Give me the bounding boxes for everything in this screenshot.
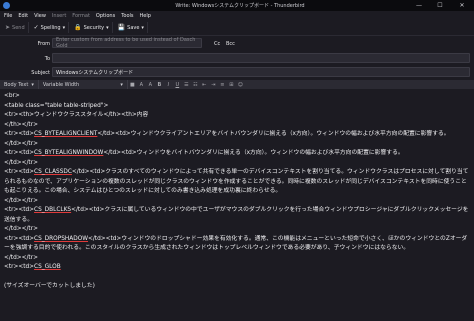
body-text: <tr><td> (4, 150, 35, 156)
lock-icon: 🔒 (74, 24, 82, 31)
smaller-font-icon[interactable]: A (137, 82, 146, 88)
menu-format[interactable]: Format (72, 13, 90, 19)
body-text: CS_BYTEALIGNCLIENT (34, 131, 98, 137)
bcc-button[interactable]: Bcc (226, 41, 235, 47)
send-label: Send (12, 24, 25, 31)
from-row: From Enter custom from address to be use… (0, 37, 474, 50)
body-line: <tr><td>CS_DROPSHADOW</td><td>ウィンドウのドロップ… (4, 235, 470, 254)
menu-bar: File Edit View Insert Format Options Too… (0, 11, 474, 20)
to-label: To (44, 55, 50, 62)
outdent-icon[interactable]: ⇤ (200, 82, 209, 88)
spellcheck-icon: ✓ (33, 24, 39, 31)
chevron-down-icon: ▾ (106, 24, 109, 31)
body-line: </td></tr> (4, 140, 38, 147)
send-icon: ➤ (5, 24, 11, 31)
spelling-button[interactable]: ✓ Spelling ▾ (31, 22, 70, 33)
title-bar: Write: Windowsシステムクリップボード - Thunderbird … (0, 0, 474, 11)
menu-insert[interactable]: Insert (52, 13, 66, 19)
maximize-button[interactable]: ☐ (432, 0, 448, 11)
body-line: </td></tr> (4, 159, 38, 166)
to-row: To (0, 52, 474, 65)
body-text: </td><td>ウィンドウクライアントエリアをバイトバウンダリに揃える（x方向… (97, 131, 450, 137)
body-line: <tr><td>CS_DBLCLKS</td><td>クラスに属しているウィンド… (4, 206, 470, 225)
message-body-editor[interactable]: <br> <table class="table table-striped">… (0, 89, 474, 321)
body-text: <tr><td> (4, 207, 35, 213)
chevron-down-icon: ▾ (31, 81, 34, 88)
from-placeholder: Enter custom from address to be used ins… (56, 37, 196, 49)
body-text: </td><td>クラスに属しているウィンドウの中でユーザがマウスのダブルクリッ… (4, 207, 469, 223)
from-label: From (37, 40, 50, 47)
body-line: <tr><td>CS_BYTEALIGNCLIENT</td><td>ウィンドウ… (4, 130, 470, 140)
spelling-label: Spelling (40, 24, 61, 31)
security-label: Security (83, 24, 105, 31)
insert-icon[interactable]: ⊞ (227, 82, 236, 88)
to-field[interactable] (52, 53, 470, 63)
menu-tools[interactable]: Tools (121, 13, 133, 19)
subject-label: Subject (31, 69, 50, 76)
body-line: </td></tr> (4, 226, 38, 232)
body-line: <table class="table table-striped"> (4, 102, 109, 109)
body-text: CS_CLASSDC (34, 169, 72, 175)
body-text: </td><td>ウィンドウをバイトバウンダリに揃える（x方向）。ウィンドウの幅… (103, 150, 404, 156)
body-text: CS_DBLCLKS (34, 207, 72, 213)
font-select[interactable]: Variable Width ▾ (39, 80, 128, 89)
body-line: </td></tr> (4, 197, 38, 204)
bullet-list-icon[interactable]: ☰ (182, 82, 191, 88)
from-field[interactable]: Enter custom from address to be used ins… (52, 37, 202, 49)
body-line: </th></tr> (4, 121, 38, 128)
minimize-button[interactable]: — (411, 0, 427, 11)
body-text: CS_BYTEALIGNWINDOW (34, 150, 104, 156)
indent-icon[interactable]: ⇥ (209, 82, 218, 88)
chevron-down-icon: ▾ (141, 24, 144, 31)
body-line: <tr><td>CS_GLOB (4, 263, 470, 273)
chevron-down-icon: ▾ (62, 24, 66, 31)
body-line: (サイズオーバーでカットしました) (4, 283, 95, 289)
emoji-icon[interactable]: ☺ (236, 82, 245, 88)
underline-icon[interactable]: U (173, 82, 182, 88)
compose-toolbar: ➤ Send ✓ Spelling ▾ 🔒 Security ▾ 💾 Save ▾ (0, 20, 474, 36)
subject-row: Subject Windowsシステムクリップボード (0, 66, 474, 79)
body-text: CS_DROPSHADOW (34, 235, 88, 242)
align-icon[interactable]: ≡ (218, 82, 227, 88)
body-text: <tr><td> (4, 131, 35, 137)
body-text: </td><td>クラスのすべてのウィンドウによって共有できる単一のデバイスコン… (4, 169, 469, 194)
paragraph-format-value: Body Text (4, 81, 29, 88)
numbered-list-icon[interactable]: ☷ (191, 82, 200, 88)
send-button[interactable]: ➤ Send (2, 22, 29, 33)
body-text: <tr><td> (4, 264, 35, 270)
italic-icon[interactable]: I (164, 82, 173, 88)
save-label: Save (127, 24, 140, 31)
subject-field[interactable]: Windowsシステムクリップボード (52, 67, 470, 77)
chevron-down-icon: ▾ (120, 81, 123, 88)
close-button[interactable]: ✕ (454, 0, 470, 11)
body-line: <br> (4, 93, 20, 99)
thunderbird-app-icon (3, 2, 10, 9)
format-toolbar: Body Text ▾ Variable Width ▾ ■ A A B I U ☰… (0, 80, 474, 89)
save-icon: 💾 (117, 24, 126, 31)
body-text: CS_GLOB (34, 264, 61, 270)
cc-button[interactable]: Cc (214, 41, 220, 47)
body-line: <tr><td>CS_CLASSDC</td><td>クラスのすべてのウィンドウ… (4, 168, 470, 197)
menu-edit[interactable]: Edit (18, 13, 28, 19)
font-value: Variable Width (42, 81, 80, 88)
menu-options[interactable]: Options (96, 13, 115, 19)
body-line: </td></tr> (4, 254, 38, 261)
menu-help[interactable]: Help (140, 13, 151, 19)
body-line: <tr><td>CS_BYTEALIGNWINDOW</td><td>ウィンドウ… (4, 149, 470, 159)
subject-value: Windowsシステムクリップボード (56, 69, 134, 76)
body-text: <tr><td> (4, 235, 35, 242)
body-line: <tr><th>ウィンドウクラススタイル</th><th>内容 (4, 112, 149, 118)
security-button[interactable]: 🔒 Security ▾ (71, 22, 113, 33)
larger-font-icon[interactable]: A (146, 82, 155, 88)
text-color-button[interactable]: ■ (128, 82, 137, 88)
menu-file[interactable]: File (4, 13, 12, 19)
paragraph-format-select[interactable]: Body Text ▾ (0, 80, 39, 89)
menu-view[interactable]: View (34, 13, 46, 19)
save-button[interactable]: 💾 Save ▾ (115, 22, 148, 33)
window-title: Write: Windowsシステムクリップボード - Thunderbird (175, 3, 305, 9)
bold-icon[interactable]: B (155, 82, 164, 88)
body-text: <tr><td> (4, 169, 35, 175)
